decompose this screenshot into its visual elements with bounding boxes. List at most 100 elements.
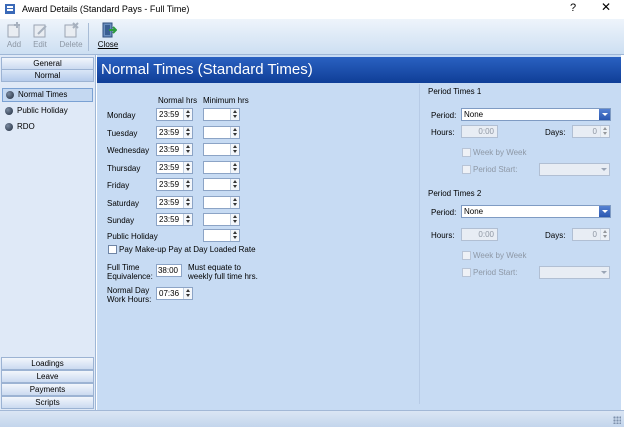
dropdown-arrow-icon[interactable] <box>598 164 609 175</box>
period2-period-select[interactable]: None <box>461 205 611 218</box>
period2-period-start-checkbox[interactable] <box>462 268 471 277</box>
period2-period-start-label: Period Start: <box>473 268 518 277</box>
nav-item-public-holiday[interactable]: Public Holiday <box>2 104 93 118</box>
period1-week-by-week-checkbox[interactable] <box>462 148 471 157</box>
day-label: Wednesday <box>107 146 150 155</box>
spin-arrows-icon[interactable] <box>183 127 192 138</box>
nav-item-normal-times[interactable]: Normal Times <box>2 88 93 102</box>
edit-button[interactable]: Edit <box>26 21 54 53</box>
spin-arrows-icon[interactable] <box>230 109 239 120</box>
period1-hours-input[interactable]: 0:00 <box>461 125 498 138</box>
bullet-icon <box>5 123 13 131</box>
period2-period-start-select[interactable] <box>539 266 610 279</box>
normal-hrs-input[interactable]: 23:59 <box>156 161 193 174</box>
period1-period-select[interactable]: None <box>461 108 611 121</box>
normal-hrs-header: Normal hrs <box>158 96 198 105</box>
minimum-hrs-input[interactable] <box>203 143 240 156</box>
period-times-1-heading: Period Times 1 <box>428 87 482 96</box>
spin-arrows-icon[interactable] <box>230 179 239 190</box>
close-button[interactable]: Close <box>94 21 122 53</box>
minimum-hrs-input[interactable] <box>203 213 240 226</box>
left-navigation: General Normal Normal Times Public Holid… <box>0 55 96 410</box>
spin-arrows-icon[interactable] <box>230 214 239 225</box>
add-button[interactable]: Add <box>0 21 28 53</box>
normal-hrs-input[interactable]: 23:59 <box>156 196 193 209</box>
dropdown-arrow-icon[interactable] <box>598 267 609 278</box>
period2-period-label: Period: <box>431 208 457 217</box>
period1-period-start-select[interactable] <box>539 163 610 176</box>
spin-arrows-icon[interactable] <box>600 126 609 137</box>
nav-item-label: Public Holiday <box>17 106 68 115</box>
day-label: Thursday <box>107 164 141 173</box>
nav-item-label: Normal Times <box>18 90 68 99</box>
normal-hrs-input[interactable]: 23:59 <box>156 143 193 156</box>
dropdown-arrow-icon[interactable] <box>599 206 610 217</box>
close-window-button[interactable]: ✕ <box>601 0 611 14</box>
nav-item-label: RDO <box>17 122 35 131</box>
minimum-hrs-input[interactable] <box>203 161 240 174</box>
fte-input[interactable]: 38:00 <box>156 264 182 277</box>
window-title: Award Details (Standard Pays - Full Time… <box>22 4 190 14</box>
nav-header-normal[interactable]: Normal <box>1 69 94 82</box>
spin-arrows-icon[interactable] <box>230 162 239 173</box>
period1-period-label: Period: <box>431 111 457 120</box>
minimum-hrs-input[interactable] <box>203 196 240 209</box>
normal-hrs-input[interactable]: 23:59 <box>156 108 193 121</box>
minimum-hrs-input[interactable] <box>203 108 240 121</box>
dropdown-arrow-icon[interactable] <box>599 109 610 120</box>
edit-icon <box>33 24 47 38</box>
spin-arrows-icon[interactable] <box>183 214 192 225</box>
close-label: Close <box>97 40 119 49</box>
spin-arrows-icon[interactable] <box>230 197 239 208</box>
makeup-pay-checkbox[interactable] <box>108 245 117 254</box>
spin-arrows-icon[interactable] <box>230 127 239 138</box>
makeup-pay-label: Pay Make-up Pay at Day Loaded Rate <box>119 245 256 254</box>
spin-arrows-icon[interactable] <box>183 109 192 120</box>
add-label: Add <box>6 40 22 49</box>
bullet-icon <box>5 107 13 115</box>
delete-button[interactable]: Delete <box>56 21 86 53</box>
spin-arrows-icon[interactable] <box>183 179 192 190</box>
period1-days-input[interactable]: 0 <box>572 125 610 138</box>
period2-hours-input[interactable]: 0:00 <box>461 228 498 241</box>
normal-day-label-line2: Work Hours: <box>107 295 152 304</box>
nav-header-loadings[interactable]: Loadings <box>1 357 94 370</box>
nav-header-payments[interactable]: Payments <box>1 383 94 396</box>
public-holiday-minimum-input[interactable] <box>203 229 240 242</box>
spin-arrows-icon[interactable] <box>600 229 609 240</box>
nav-header-scripts[interactable]: Scripts <box>1 396 94 409</box>
help-button[interactable]: ? <box>570 2 576 14</box>
spin-arrows-icon[interactable] <box>230 230 239 241</box>
spin-arrows-icon[interactable] <box>230 144 239 155</box>
toolbar-separator <box>88 23 89 51</box>
period2-week-by-week-checkbox[interactable] <box>462 251 471 260</box>
normal-day-hours-input[interactable]: 07:36 <box>156 287 193 300</box>
minimum-hrs-input[interactable] <box>203 178 240 191</box>
delete-icon <box>64 22 79 38</box>
nav-item-rdo[interactable]: RDO <box>2 120 93 134</box>
minimum-hrs-input[interactable] <box>203 126 240 139</box>
period1-hours-label: Hours: <box>431 128 455 137</box>
fte-note-line2: weekly full time hrs. <box>188 272 258 281</box>
nav-header-leave[interactable]: Leave <box>1 370 94 383</box>
day-label: Saturday <box>107 199 140 208</box>
period2-days-input[interactable]: 0 <box>572 228 610 241</box>
period1-period-start-checkbox[interactable] <box>462 165 471 174</box>
spin-arrows-icon[interactable] <box>183 197 192 208</box>
status-bar <box>0 410 624 427</box>
toolbar: Add Edit Delete Close <box>0 19 624 55</box>
period2-hours-label: Hours: <box>431 231 455 240</box>
normal-hrs-input[interactable]: 23:59 <box>156 126 193 139</box>
column-divider <box>419 84 420 404</box>
spin-arrows-icon[interactable] <box>183 144 192 155</box>
spin-arrows-icon[interactable] <box>183 288 192 299</box>
period1-week-by-week-label: Week by Week <box>473 148 527 157</box>
section-title: Normal Times (Standard Times) <box>97 57 621 83</box>
period-times-2-heading: Period Times 2 <box>428 189 482 198</box>
spin-arrows-icon[interactable] <box>183 162 192 173</box>
normal-hrs-input[interactable]: 23:59 <box>156 213 193 226</box>
fte-label-line1: Full Time <box>107 263 140 272</box>
period2-days-label: Days: <box>545 231 566 240</box>
resize-grip-icon[interactable] <box>613 416 621 424</box>
normal-hrs-input[interactable]: 23:59 <box>156 178 193 191</box>
